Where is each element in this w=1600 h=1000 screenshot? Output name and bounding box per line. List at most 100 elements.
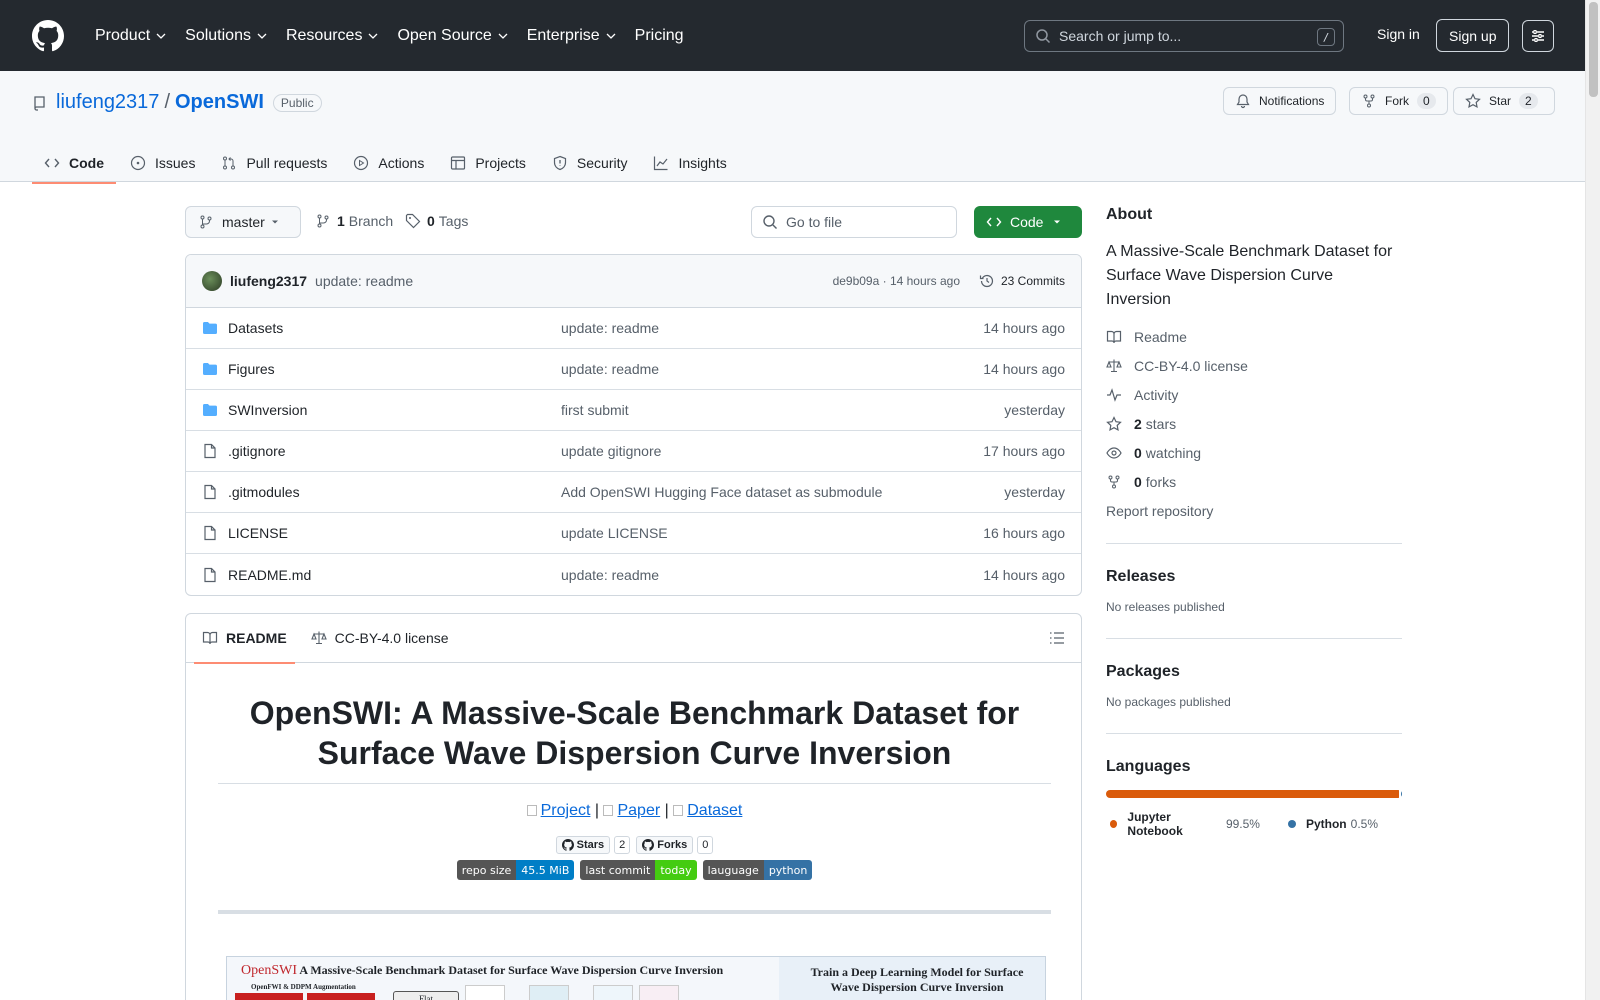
branch-select-button[interactable]: master (185, 206, 301, 238)
stars-link[interactable]: 2 stars (1106, 415, 1402, 432)
fork-button[interactable]: Fork 0 (1349, 87, 1448, 115)
tab-insights[interactable]: Insights (641, 143, 738, 183)
figure-left-panel: OpenSWI A Massive-Scale Benchmark Datase… (227, 957, 779, 1000)
file-commit-message-link[interactable]: update: readme (561, 320, 659, 336)
readme-divider (218, 910, 1051, 914)
shield-badge[interactable]: repo size 45.5 MiB (456, 860, 575, 880)
book-icon (202, 631, 218, 645)
file-row[interactable]: Datasets update: readme 14 hours ago (186, 308, 1081, 349)
sign-up-button[interactable]: Sign up (1436, 19, 1510, 52)
tag-count: 0 (427, 213, 435, 229)
file-commit-message-link[interactable]: first submit (561, 402, 629, 418)
file-name-link[interactable]: Datasets (228, 320, 283, 336)
search-input[interactable]: Search or jump to... / (1024, 20, 1344, 52)
nav-solutions[interactable]: Solutions (176, 20, 277, 52)
nav-product[interactable]: Product (86, 20, 176, 52)
menu-button[interactable] (1522, 20, 1554, 52)
watching-link[interactable]: 0 watching (1106, 444, 1402, 461)
file-row[interactable]: LICENSE update LICENSE 16 hours ago (186, 513, 1081, 554)
page-scrollbar[interactable] (1585, 0, 1600, 1000)
tab-security[interactable]: Security (540, 143, 640, 183)
file-row[interactable]: Figures update: readme 14 hours ago (186, 349, 1081, 390)
code-dropdown-button[interactable]: Code (974, 206, 1082, 238)
language-bar-segment[interactable] (1400, 790, 1402, 798)
forks-link[interactable]: 0 forks (1106, 473, 1402, 490)
github-logo-icon[interactable] (32, 19, 64, 52)
file-commit-message-link[interactable]: update: readme (561, 361, 659, 377)
language-bar-segment[interactable] (1106, 790, 1399, 798)
tab-actions[interactable]: Actions (341, 143, 436, 183)
forks-badge[interactable]: Forks 0 (636, 836, 714, 854)
readme-title: OpenSWI: A Massive-Scale Benchmark Datas… (218, 663, 1051, 784)
shield-badge[interactable]: lauguage python (702, 860, 813, 880)
language-item[interactable]: Python 0.5% (1287, 810, 1378, 838)
chevron-down-icon (368, 33, 378, 39)
table-of-contents-icon[interactable] (1049, 630, 1065, 646)
tab-license[interactable]: CC-BY-4.0 license (303, 614, 457, 663)
scrollbar-thumb[interactable] (1589, 2, 1598, 97)
repo-name-link[interactable]: OpenSWI (175, 91, 264, 114)
releases-heading[interactable]: Releases (1106, 568, 1402, 586)
shield-value: today (655, 860, 697, 880)
tab-pull-requests[interactable]: Pull requests (209, 143, 339, 183)
nav-open-source[interactable]: Open Source (388, 20, 517, 52)
packages-heading[interactable]: Packages (1106, 663, 1402, 681)
language-item[interactable]: Jupyter Notebook 99.5% (1110, 810, 1260, 838)
license-link[interactable]: CC-BY-4.0 license (1106, 357, 1402, 374)
tags-link[interactable]: 0 Tags (405, 213, 468, 229)
fork-icon (1363, 94, 1375, 108)
stars-badge[interactable]: Stars 2 (555, 836, 631, 854)
nav-resources[interactable]: Resources (277, 20, 388, 52)
figure-title-red: OpenSWI (241, 963, 297, 978)
badge-label: Forks (657, 839, 688, 851)
file-row[interactable]: .gitmodules Add OpenSWI Hugging Face data… (186, 472, 1081, 513)
file-commit-message-link[interactable]: update: readme (561, 567, 659, 583)
fork-label: Fork (1385, 94, 1409, 108)
file-commit-message-link[interactable]: update gitignore (561, 443, 661, 459)
tab-issues[interactable]: Issues (118, 143, 207, 183)
tab-projects[interactable]: Projects (438, 143, 538, 183)
notifications-button[interactable]: Notifications (1223, 87, 1337, 115)
commit-message-link[interactable]: update: readme (315, 273, 413, 289)
file-name-link[interactable]: Figures (228, 361, 275, 377)
activity-link[interactable]: Activity (1106, 386, 1402, 403)
file-row[interactable]: SWInversion first submit yesterday (186, 390, 1081, 431)
file-name-link[interactable]: SWInversion (228, 402, 307, 418)
commit-hash-time[interactable]: de9b09a · 14 hours ago (833, 274, 960, 288)
nav-pricing[interactable]: Pricing (626, 20, 693, 52)
sign-in-link[interactable]: Sign in (1369, 22, 1428, 46)
file-name-link[interactable]: LICENSE (228, 525, 288, 541)
figure-thumb (593, 985, 633, 1000)
commits-history-link[interactable]: 23 Commits (979, 273, 1065, 289)
file-row[interactable]: README.md update: readme 14 hours ago (186, 554, 1081, 595)
tab-code[interactable]: Code (32, 143, 116, 184)
avatar[interactable] (202, 271, 222, 291)
file-commit-message-link[interactable]: Add OpenSWI Hugging Face dataset as subm… (561, 484, 882, 500)
file-row[interactable]: .gitignore update gitignore 17 hours ago (186, 431, 1081, 472)
project-link[interactable]: Project (541, 802, 591, 819)
nav-enterprise[interactable]: Enterprise (518, 20, 626, 52)
law-icon (310, 631, 327, 645)
shield-icon (553, 155, 567, 171)
dataset-link[interactable]: Dataset (687, 802, 742, 819)
shield-badge[interactable]: last commit today (580, 860, 697, 880)
file-name-link[interactable]: .gitmodules (228, 484, 300, 500)
commit-author-link[interactable]: liufeng2317 (230, 273, 307, 289)
file-name-link[interactable]: .gitignore (228, 443, 286, 459)
repo-title: liufeng2317 / OpenSWI Public (32, 91, 322, 114)
file-commit-message-link[interactable]: update LICENSE (561, 525, 668, 541)
report-repository-link[interactable]: Report repository (1106, 502, 1402, 519)
tab-label: Code (69, 155, 104, 171)
caret-down-icon (272, 220, 278, 224)
tab-readme[interactable]: README (194, 614, 295, 664)
star-button[interactable]: Star 2 (1453, 87, 1555, 115)
figure-subtitle: OpenFWI & DDPM Augmentation (251, 983, 356, 991)
readme-link[interactable]: Readme (1106, 328, 1402, 345)
file-name-link[interactable]: README.md (228, 567, 311, 583)
repo-owner-link[interactable]: liufeng2317 (56, 91, 159, 114)
branches-link[interactable]: 1 Branch (315, 213, 393, 229)
tab-label: CC-BY-4.0 license (334, 630, 449, 646)
go-to-file-input[interactable]: Go to file (751, 206, 957, 238)
tab-label: README (226, 630, 287, 646)
paper-link[interactable]: Paper (617, 802, 660, 819)
